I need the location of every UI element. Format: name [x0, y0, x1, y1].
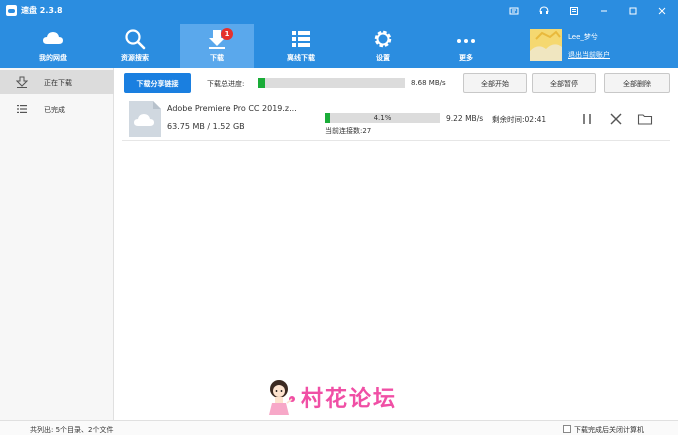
- downloading-icon: [16, 76, 28, 88]
- sidebar-item-downloading[interactable]: 正在下载: [0, 70, 114, 94]
- nav-download[interactable]: 下载 1: [180, 24, 254, 68]
- nav-label: 离线下载: [287, 54, 315, 62]
- maximize-icon[interactable]: [622, 2, 644, 20]
- shutdown-after-download-checkbox[interactable]: [563, 425, 571, 433]
- gear-icon: [374, 30, 392, 48]
- nav-label: 设置: [376, 54, 390, 62]
- download-share-link-button[interactable]: 下载分享链接: [124, 73, 191, 93]
- skin-icon[interactable]: [563, 2, 585, 20]
- minimize-icon[interactable]: [593, 2, 615, 20]
- search-icon: [125, 29, 146, 50]
- total-progress-bar: [258, 78, 405, 88]
- app-title: 速盘 2.3.8: [21, 6, 63, 15]
- sidebar: 正在下载 已完成: [0, 68, 114, 420]
- file-size: 63.75 MB / 1.52 GB: [167, 122, 245, 131]
- watermark-text: 村花论坛: [301, 387, 398, 412]
- top-bar: 速盘 2.3.8 我的网盘 资源搜索 下载 1 离线下载 设置 更多 Lee_梦…: [0, 0, 678, 68]
- download-count-badge: 1: [221, 28, 233, 40]
- logout-link[interactable]: 退出当前账户: [568, 50, 610, 60]
- sidebar-item-label: 正在下载: [44, 79, 72, 87]
- open-folder-icon[interactable]: [637, 111, 653, 127]
- message-icon[interactable]: [503, 2, 525, 20]
- avatar[interactable]: [530, 29, 562, 61]
- cancel-icon[interactable]: [608, 111, 624, 127]
- pause-icon[interactable]: [579, 111, 595, 127]
- file-name: Adobe Premiere Pro CC 2019.z...: [167, 104, 297, 113]
- download-percent: 4.1%: [373, 114, 392, 122]
- download-speed: 9.22 MB/s: [446, 114, 484, 123]
- shutdown-after-download-label[interactable]: 下载完成后关闭计算机: [574, 425, 644, 435]
- file-cloud-icon: [129, 101, 161, 137]
- nav-label: 下载: [210, 54, 224, 62]
- connection-count: 当前连接数:27: [325, 127, 372, 135]
- status-bar: 共列出: 5个目录、2个文件 下载完成后关闭计算机: [0, 420, 678, 435]
- pause-all-button[interactable]: 全部暂停: [532, 73, 596, 93]
- app-logo-icon: [6, 5, 17, 16]
- download-row[interactable]: Adobe Premiere Pro CC 2019.z... 63.75 MB…: [122, 97, 670, 141]
- sidebar-item-completed[interactable]: 已完成: [0, 97, 114, 121]
- total-progress-fill: [258, 78, 266, 88]
- cartoon-girl-icon: [269, 380, 295, 415]
- start-all-button[interactable]: 全部开始: [463, 73, 527, 93]
- list-icon: [292, 31, 310, 47]
- total-progress-label: 下载总进度:: [207, 80, 245, 88]
- sidebar-item-label: 已完成: [44, 106, 65, 114]
- nav-settings[interactable]: 设置: [346, 24, 420, 68]
- nav-label: 更多: [459, 54, 473, 62]
- status-summary: 共列出: 5个目录、2个文件: [30, 426, 114, 434]
- headset-icon[interactable]: [533, 2, 555, 20]
- nav-resource-search[interactable]: 资源搜索: [98, 24, 172, 68]
- close-icon[interactable]: [651, 2, 673, 20]
- download-progress-bar: 4.1%: [325, 113, 440, 123]
- completed-list-icon: [17, 105, 27, 113]
- nav-more[interactable]: 更多: [429, 24, 503, 68]
- more-icon: [457, 39, 475, 43]
- nav-my-cloud[interactable]: 我的网盘: [16, 24, 90, 68]
- nav-offline-download[interactable]: 离线下载: [264, 24, 338, 68]
- delete-all-button[interactable]: 全部删除: [604, 73, 670, 93]
- cloud-icon: [43, 32, 63, 44]
- nav-label: 资源搜索: [121, 54, 149, 62]
- remaining-time: 剩余时间:02:41: [492, 115, 547, 124]
- title-bar: 速盘 2.3.8: [0, 0, 678, 22]
- nav-label: 我的网盘: [39, 54, 67, 62]
- total-speed: 8.68 MB/s: [411, 79, 446, 87]
- username: Lee_梦兮: [568, 33, 598, 41]
- watermark: 村花论坛: [265, 377, 425, 419]
